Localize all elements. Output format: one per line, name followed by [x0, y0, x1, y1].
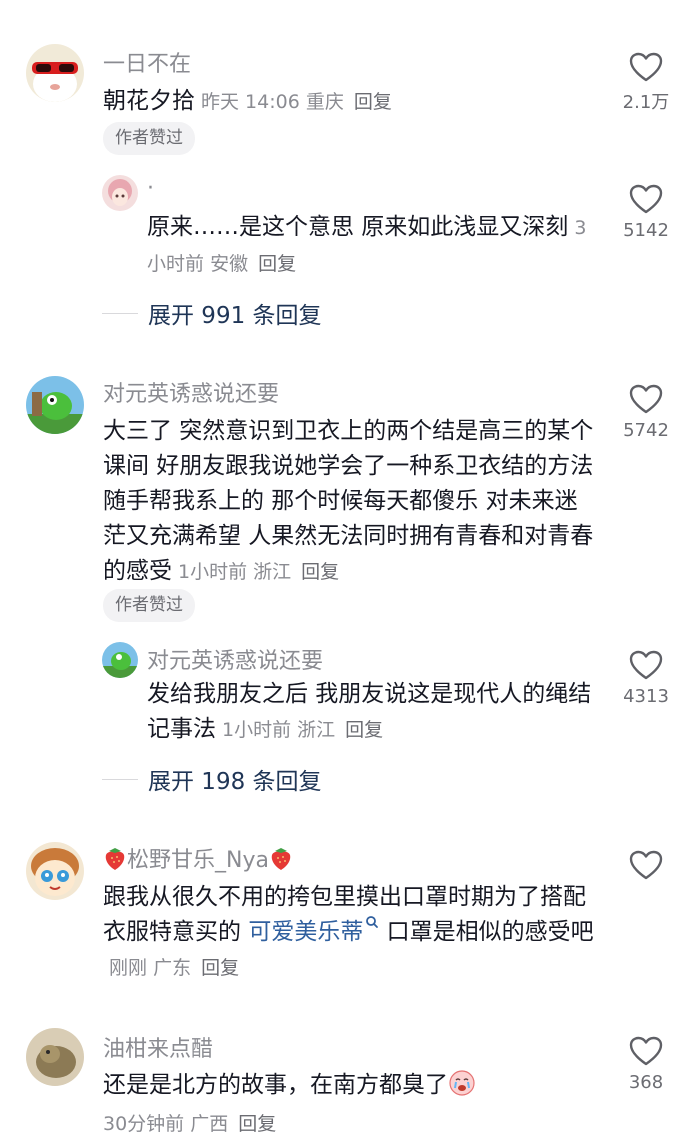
comment-body-end: 口罩是相似的感受吧: [386, 919, 594, 945]
avatar[interactable]: [102, 175, 138, 211]
location: 安徽: [210, 253, 249, 275]
comment-text: 朝花夕拾 昨天 14:06 重庆 回复: [103, 84, 603, 120]
search-icon: [366, 916, 379, 928]
like-button[interactable]: [611, 850, 681, 886]
like-count: 2.1万: [622, 92, 670, 113]
comment-meta-line: 30分钟前 广西 回复: [97, 1106, 276, 1142]
author-liked-badge: 作者赞过: [103, 589, 195, 622]
like-count: 4313: [623, 686, 669, 707]
link-text: 可爱美乐蒂: [248, 919, 364, 945]
comment-body: 大三了 突然意识到卫衣上的两个结是高三的某个课间 好朋友跟我说她学会了一种系卫衣…: [103, 418, 594, 584]
username-text: 松野甘乐_Nya: [127, 848, 269, 873]
username[interactable]: 对元英诱惑说还要: [147, 643, 323, 675]
location: 广西: [190, 1113, 229, 1135]
avatar[interactable]: [102, 642, 138, 678]
author-liked-badge: 作者赞过: [103, 122, 195, 155]
avatar[interactable]: [26, 842, 84, 900]
timestamp: 1小时前: [178, 561, 248, 583]
username[interactable]: 对元英诱惑说还要: [103, 376, 279, 408]
like-button[interactable]: 4313: [611, 650, 681, 707]
timestamp: 昨天 14:06: [201, 91, 300, 113]
username[interactable]: ·: [147, 176, 154, 201]
expand-replies-button[interactable]: 展开 198 条回复: [102, 762, 322, 796]
avatar[interactable]: [26, 376, 84, 434]
divider: [102, 778, 138, 780]
avatar[interactable]: [26, 44, 84, 102]
like-button[interactable]: 368: [611, 1036, 681, 1093]
divider: [102, 312, 138, 314]
comment-text: 跟我从很久不用的挎包里摸出口罩时期为了搭配衣服特意买的 可爱美乐蒂 口罩是相似的…: [103, 880, 598, 986]
heart-icon: [629, 1036, 663, 1066]
like-button[interactable]: 5142: [611, 184, 681, 241]
timestamp: 刚刚: [109, 957, 148, 979]
reply-button[interactable]: 回复: [258, 253, 296, 275]
heart-icon: [629, 650, 663, 680]
comment-meta: 刚刚 广东 回复: [109, 957, 239, 979]
heart-icon: [629, 850, 663, 880]
strawberry-icon: [105, 848, 125, 870]
product-link[interactable]: 可爱美乐蒂: [241, 916, 387, 945]
like-count: 5742: [623, 420, 669, 441]
expand-replies-button[interactable]: 展开 991 条回复: [102, 296, 322, 330]
heart-icon: [629, 184, 663, 214]
like-count: 5142: [623, 220, 669, 241]
expand-label: 展开 991 条回复: [148, 303, 322, 329]
comment-body: 朝花夕拾: [103, 88, 195, 114]
reply-text: 发给我朋友之后 我朋友说这是现代人的绳结记事法 1小时前 浙江 回复: [147, 677, 597, 748]
avatar[interactable]: [26, 1028, 84, 1086]
comment-text: 大三了 突然意识到卫衣上的两个结是高三的某个课间 好朋友跟我说她学会了一种系卫衣…: [103, 414, 598, 590]
username[interactable]: 一日不在: [103, 46, 191, 78]
comment-meta: 1小时前 浙江 回复: [178, 561, 339, 583]
reply-body: 原来……是这个意思 原来如此浅显又深刻: [147, 214, 569, 240]
username[interactable]: 油柑来点醋: [103, 1031, 213, 1063]
reply-button[interactable]: 回复: [238, 1113, 276, 1135]
heart-icon: [629, 384, 663, 414]
location: 广东: [153, 957, 192, 979]
comment-meta: 30分钟前 广西 回复: [103, 1113, 276, 1135]
strawberry-icon: [271, 848, 291, 870]
crying-face-icon: [449, 1070, 475, 1096]
like-count: 368: [628, 1072, 664, 1093]
username[interactable]: 松野甘乐_Nya: [103, 842, 293, 874]
heart-icon: [629, 52, 663, 82]
comment-meta: 昨天 14:06 重庆 回复: [201, 91, 392, 113]
expand-label: 展开 198 条回复: [148, 769, 322, 795]
reply-button[interactable]: 回复: [301, 561, 339, 583]
location: 重庆: [305, 91, 344, 113]
like-button[interactable]: 2.1万: [611, 52, 681, 114]
reply-text: 原来……是这个意思 原来如此浅显又深刻 3小时前 安徽 回复: [147, 210, 597, 282]
reply-button[interactable]: 回复: [345, 719, 383, 741]
location: 浙江: [253, 561, 292, 583]
reply-button[interactable]: 回复: [354, 91, 392, 113]
comment-body: 还是是北方的故事，在南方都臭了: [103, 1072, 448, 1098]
like-button[interactable]: 5742: [611, 384, 681, 441]
location: 浙江: [297, 719, 336, 741]
comment-text: 还是是北方的故事，在南方都臭了: [103, 1068, 598, 1103]
timestamp: 1小时前: [222, 719, 292, 741]
reply-meta: 1小时前 浙江 回复: [222, 719, 383, 741]
reply-button[interactable]: 回复: [201, 957, 239, 979]
timestamp: 30分钟前: [103, 1113, 185, 1135]
